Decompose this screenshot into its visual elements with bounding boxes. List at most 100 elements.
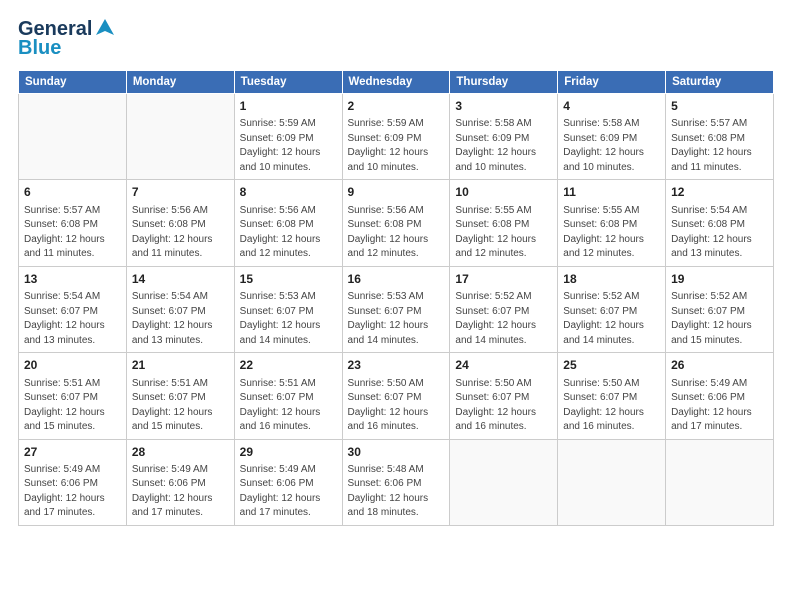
- day-number: 16: [348, 271, 445, 288]
- day-detail: Sunrise: 5:48 AM Sunset: 6:06 PM Dayligh…: [348, 463, 445, 521]
- day-number: 8: [240, 184, 337, 201]
- day-cell: 7 Sunrise: 5:56 AM Sunset: 6:08 PM Daylig…: [126, 180, 234, 266]
- day-cell: 27 Sunrise: 5:49 AM Sunset: 6:06 PM Dayli…: [19, 439, 127, 525]
- day-cell: 14 Sunrise: 5:54 AM Sunset: 6:07 PM Dayli…: [126, 266, 234, 352]
- day-number: 2: [348, 98, 445, 115]
- day-detail: Sunrise: 5:50 AM Sunset: 6:07 PM Dayligh…: [563, 377, 660, 435]
- week-row-1: 1 Sunrise: 5:59 AM Sunset: 6:09 PM Daylig…: [19, 94, 774, 180]
- day-number: 6: [24, 184, 121, 201]
- calendar-header-monday: Monday: [126, 71, 234, 94]
- day-cell: 21 Sunrise: 5:51 AM Sunset: 6:07 PM Dayli…: [126, 353, 234, 439]
- day-number: 17: [455, 271, 552, 288]
- day-detail: Sunrise: 5:52 AM Sunset: 6:07 PM Dayligh…: [671, 290, 768, 348]
- day-number: 25: [563, 357, 660, 374]
- day-cell: 29Sunrise: 5:49 AM Sunset: 6:06 PM Dayli…: [234, 439, 342, 525]
- day-cell: 18 Sunrise: 5:52 AM Sunset: 6:07 PM Dayli…: [558, 266, 666, 352]
- day-detail: Sunrise: 5:54 AM Sunset: 6:08 PM Dayligh…: [671, 204, 768, 262]
- logo-blue: Blue: [18, 37, 61, 60]
- day-cell: 30 Sunrise: 5:48 AM Sunset: 6:06 PM Dayli…: [342, 439, 450, 525]
- day-detail: Sunrise: 5:58 AM Sunset: 6:09 PM Dayligh…: [563, 117, 660, 175]
- logo-icon: [94, 17, 116, 39]
- day-detail: Sunrise: 5:57 AM Sunset: 6:08 PM Dayligh…: [671, 117, 768, 175]
- calendar-table: SundayMondayTuesdayWednesdayThursdayFrid…: [18, 70, 774, 526]
- day-number: 19: [671, 271, 768, 288]
- day-cell: 20 Sunrise: 5:51 AM Sunset: 6:07 PM Dayli…: [19, 353, 127, 439]
- week-row-4: 20 Sunrise: 5:51 AM Sunset: 6:07 PM Dayli…: [19, 353, 774, 439]
- day-detail: Sunrise: 5:53 AM Sunset: 6:07 PM Dayligh…: [348, 290, 445, 348]
- day-number: 1: [240, 98, 337, 115]
- day-cell: 2 Sunrise: 5:59 AM Sunset: 6:09 PM Daylig…: [342, 94, 450, 180]
- day-number: 4: [563, 98, 660, 115]
- calendar-header-thursday: Thursday: [450, 71, 558, 94]
- day-number: 15: [240, 271, 337, 288]
- day-cell: [558, 439, 666, 525]
- day-detail: Sunrise: 5:54 AM Sunset: 6:07 PM Dayligh…: [132, 290, 229, 348]
- day-cell: [19, 94, 127, 180]
- day-number: 12: [671, 184, 768, 201]
- day-detail: Sunrise: 5:49 AM Sunset: 6:06 PM Dayligh…: [671, 377, 768, 435]
- day-detail: Sunrise: 5:57 AM Sunset: 6:08 PM Dayligh…: [24, 204, 121, 262]
- day-number: 27: [24, 444, 121, 461]
- calendar-body: 1 Sunrise: 5:59 AM Sunset: 6:09 PM Daylig…: [19, 94, 774, 526]
- day-cell: 4 Sunrise: 5:58 AM Sunset: 6:09 PM Daylig…: [558, 94, 666, 180]
- day-detail: Sunrise: 5:49 AM Sunset: 6:06 PM Dayligh…: [132, 463, 229, 521]
- day-cell: 1 Sunrise: 5:59 AM Sunset: 6:09 PM Daylig…: [234, 94, 342, 180]
- day-number: 10: [455, 184, 552, 201]
- day-number: 11: [563, 184, 660, 201]
- day-number: 3: [455, 98, 552, 115]
- day-number: 30: [348, 444, 445, 461]
- day-detail: Sunrise: 5:55 AM Sunset: 6:08 PM Dayligh…: [563, 204, 660, 262]
- week-row-2: 6 Sunrise: 5:57 AM Sunset: 6:08 PM Daylig…: [19, 180, 774, 266]
- day-number: 23: [348, 357, 445, 374]
- day-detail: Sunrise: 5:59 AM Sunset: 6:09 PM Dayligh…: [348, 117, 445, 175]
- day-number: 13: [24, 271, 121, 288]
- day-cell: 23 Sunrise: 5:50 AM Sunset: 6:07 PM Dayli…: [342, 353, 450, 439]
- day-number: 29: [240, 444, 337, 461]
- day-cell: 19 Sunrise: 5:52 AM Sunset: 6:07 PM Dayli…: [666, 266, 774, 352]
- day-detail: Sunrise: 5:52 AM Sunset: 6:07 PM Dayligh…: [563, 290, 660, 348]
- day-number: 14: [132, 271, 229, 288]
- header: General Blue: [18, 18, 774, 60]
- calendar-header-wednesday: Wednesday: [342, 71, 450, 94]
- day-cell: [666, 439, 774, 525]
- day-number: 20: [24, 357, 121, 374]
- day-cell: 6 Sunrise: 5:57 AM Sunset: 6:08 PM Daylig…: [19, 180, 127, 266]
- calendar-header-friday: Friday: [558, 71, 666, 94]
- day-detail: Sunrise: 5:51 AM Sunset: 6:07 PM Dayligh…: [132, 377, 229, 435]
- day-detail: Sunrise: 5:59 AM Sunset: 6:09 PM Dayligh…: [240, 117, 337, 175]
- day-cell: 26Sunrise: 5:49 AM Sunset: 6:06 PM Dayli…: [666, 353, 774, 439]
- day-detail: Sunrise: 5:56 AM Sunset: 6:08 PM Dayligh…: [132, 204, 229, 262]
- day-cell: 9 Sunrise: 5:56 AM Sunset: 6:08 PM Daylig…: [342, 180, 450, 266]
- day-detail: Sunrise: 5:51 AM Sunset: 6:07 PM Dayligh…: [240, 377, 337, 435]
- day-detail: Sunrise: 5:54 AM Sunset: 6:07 PM Dayligh…: [24, 290, 121, 348]
- day-cell: 22 Sunrise: 5:51 AM Sunset: 6:07 PM Dayli…: [234, 353, 342, 439]
- day-cell: [450, 439, 558, 525]
- week-row-3: 13 Sunrise: 5:54 AM Sunset: 6:07 PM Dayli…: [19, 266, 774, 352]
- day-number: 21: [132, 357, 229, 374]
- calendar-header-saturday: Saturday: [666, 71, 774, 94]
- day-cell: 28 Sunrise: 5:49 AM Sunset: 6:06 PM Dayli…: [126, 439, 234, 525]
- day-cell: 17 Sunrise: 5:52 AM Sunset: 6:07 PM Dayli…: [450, 266, 558, 352]
- day-detail: Sunrise: 5:56 AM Sunset: 6:08 PM Dayligh…: [348, 204, 445, 262]
- day-cell: 11 Sunrise: 5:55 AM Sunset: 6:08 PM Dayli…: [558, 180, 666, 266]
- day-number: 5: [671, 98, 768, 115]
- day-cell: 10 Sunrise: 5:55 AM Sunset: 6:08 PM Dayli…: [450, 180, 558, 266]
- day-number: 28: [132, 444, 229, 461]
- day-detail: Sunrise: 5:58 AM Sunset: 6:09 PM Dayligh…: [455, 117, 552, 175]
- day-detail: Sunrise: 5:50 AM Sunset: 6:07 PM Dayligh…: [348, 377, 445, 435]
- calendar-header-sunday: Sunday: [19, 71, 127, 94]
- day-detail: Sunrise: 5:49 AM Sunset: 6:06 PM Dayligh…: [24, 463, 121, 521]
- day-detail: Sunrise: 5:52 AM Sunset: 6:07 PM Dayligh…: [455, 290, 552, 348]
- calendar-header-tuesday: Tuesday: [234, 71, 342, 94]
- day-cell: 13 Sunrise: 5:54 AM Sunset: 6:07 PM Dayli…: [19, 266, 127, 352]
- day-cell: 12 Sunrise: 5:54 AM Sunset: 6:08 PM Dayli…: [666, 180, 774, 266]
- day-cell: 8Sunrise: 5:56 AM Sunset: 6:08 PM Daylig…: [234, 180, 342, 266]
- day-number: 24: [455, 357, 552, 374]
- day-detail: Sunrise: 5:51 AM Sunset: 6:07 PM Dayligh…: [24, 377, 121, 435]
- day-number: 22: [240, 357, 337, 374]
- day-detail: Sunrise: 5:55 AM Sunset: 6:08 PM Dayligh…: [455, 204, 552, 262]
- day-number: 9: [348, 184, 445, 201]
- day-number: 18: [563, 271, 660, 288]
- day-number: 7: [132, 184, 229, 201]
- logo: General Blue: [18, 18, 116, 60]
